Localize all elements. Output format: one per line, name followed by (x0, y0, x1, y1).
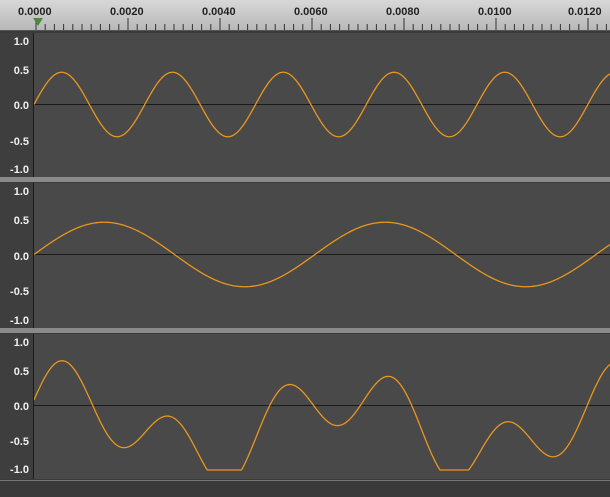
amp-label: -0.5 (10, 436, 29, 448)
amp-label: 0.5 (13, 215, 29, 227)
amp-label: 1.0 (13, 36, 29, 48)
playhead-icon[interactable] (33, 18, 43, 26)
amp-label: 0.0 (13, 100, 29, 112)
amp-label: -0.5 (10, 286, 29, 298)
ruler-label-2: 0.0040 (202, 6, 236, 18)
timeline-ruler[interactable]: 0.0000 0.0020 0.0040 0.0060 0.0080 0.010… (0, 0, 610, 31)
ruler-label-0: 0.0000 (18, 6, 52, 18)
amp-label: 0.5 (13, 366, 29, 378)
ruler-label-1: 0.0020 (110, 6, 144, 18)
track-divider[interactable] (0, 328, 610, 333)
track-1-amplitude-ruler: 1.0 0.5 0.0 -0.5 -1.0 (0, 33, 34, 177)
track-2-waveform (34, 221, 610, 288)
track-1[interactable]: 1.0 0.5 0.0 -0.5 -1.0 (0, 33, 610, 177)
amp-label: -1.0 (10, 464, 29, 476)
track-2-waveform-area[interactable] (34, 183, 610, 328)
ruler-label-5: 0.0100 (478, 6, 512, 18)
track-divider[interactable] (0, 177, 610, 182)
amp-label: 1.0 (13, 337, 29, 349)
amp-label: 1.0 (13, 186, 29, 198)
amp-label: -1.0 (10, 164, 29, 176)
waveform-line (34, 360, 610, 471)
amp-label: -1.0 (10, 315, 29, 327)
track-3[interactable]: 1.0 0.5 0.0 -0.5 -1.0 (0, 334, 610, 479)
amp-label: 0.0 (13, 401, 29, 413)
amp-label: 0.5 (13, 65, 29, 77)
track-1-waveform (34, 71, 610, 138)
audio-editor: 0.0000 0.0020 0.0040 0.0060 0.0080 0.010… (0, 0, 610, 497)
track-3-waveform (34, 360, 610, 471)
track-3-amplitude-ruler: 1.0 0.5 0.0 -0.5 -1.0 (0, 334, 34, 479)
ruler-label-3: 0.0060 (294, 6, 328, 18)
amp-label: 0.0 (13, 251, 29, 263)
amp-label: -0.5 (10, 136, 29, 148)
track-1-waveform-area[interactable] (34, 33, 610, 177)
ruler-label-4: 0.0080 (386, 6, 420, 18)
track-2[interactable]: 1.0 0.5 0.0 -0.5 -1.0 (0, 183, 610, 328)
ruler-label-6: 0.0120 (568, 6, 602, 18)
track-2-amplitude-ruler: 1.0 0.5 0.0 -0.5 -1.0 (0, 183, 34, 328)
horizontal-scrollbar[interactable] (0, 480, 610, 497)
track-3-waveform-area[interactable] (34, 334, 610, 479)
